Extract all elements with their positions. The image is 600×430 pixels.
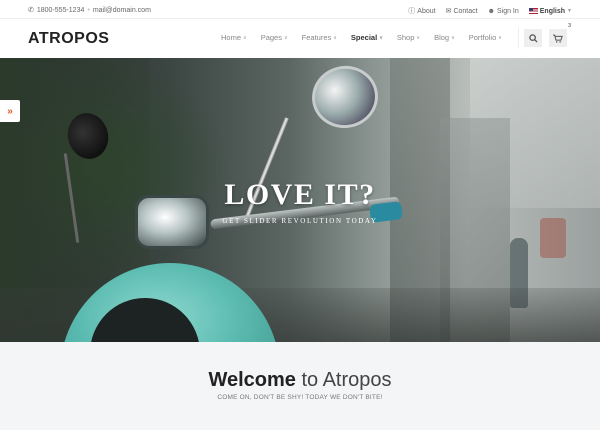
- chevron-down-icon: ∨: [451, 34, 455, 41]
- nav-label: Blog: [434, 33, 450, 42]
- users-icon: ☻: [487, 7, 495, 15]
- chevron-down-icon: ∨: [379, 34, 383, 41]
- phone-number[interactable]: 1800-555-1234: [37, 7, 85, 14]
- info-icon: ⓘ: [408, 8, 416, 15]
- nav-label: Portfolio: [468, 33, 497, 42]
- cart-button[interactable]: 3: [549, 23, 571, 47]
- slider-next-button[interactable]: »: [0, 100, 20, 122]
- nav-item-shop[interactable]: Shop ∨: [390, 33, 427, 42]
- site-logo[interactable]: ATROPOS: [28, 30, 109, 48]
- nav-label: Pages: [260, 33, 282, 42]
- nav-divider: [518, 28, 519, 48]
- mail-icon: ✉: [445, 8, 452, 15]
- top-bar: ✆ 1800-555-1234 • mail@domain.com ⓘ Abou…: [0, 0, 600, 19]
- nav-item-home[interactable]: Home ∨: [221, 33, 254, 42]
- chevron-down-icon: ∨: [498, 34, 502, 41]
- language-label: English: [539, 7, 566, 15]
- language-selector[interactable]: English ▼: [528, 7, 572, 15]
- nav-item-features[interactable]: Features ∨: [295, 33, 344, 42]
- main-header: ATROPOS Home ∨ Pages ∨ Features ∨ Special ∨ …: [0, 20, 600, 58]
- welcome-section: Welcome to Atropos COME ON, DON'T BE SHY…: [0, 342, 600, 430]
- welcome-title: Welcome to Atropos: [0, 369, 600, 392]
- double-chevron-right-icon: »: [7, 105, 13, 117]
- search-icon: [528, 33, 538, 43]
- signin-label: Sign In: [496, 7, 519, 15]
- email-link[interactable]: mail@domain.com: [93, 7, 151, 14]
- chevron-down-icon: ▼: [567, 8, 572, 14]
- contact-link[interactable]: ✉ Contact: [445, 7, 478, 16]
- nav-item-special[interactable]: Special ∨: [344, 33, 390, 42]
- contact-label: Contact: [453, 7, 478, 15]
- chevron-down-icon: ∨: [243, 34, 247, 41]
- signin-link[interactable]: ☻ Sign In: [488, 8, 519, 15]
- search-button[interactable]: [524, 29, 542, 47]
- nav-item-blog[interactable]: Blog ∨: [427, 33, 462, 42]
- nav-item-pages[interactable]: Pages ∨: [254, 33, 295, 42]
- scooter-mirror-right: [307, 60, 383, 134]
- about-link[interactable]: ⓘ About: [408, 6, 435, 16]
- us-flag-icon: [528, 8, 538, 14]
- chevron-down-icon: ∨: [333, 34, 337, 41]
- separator: •: [87, 6, 90, 14]
- hero-subtitle[interactable]: GET SLIDER REVOLUTION TODAY: [0, 217, 600, 225]
- phone-icon: ✆: [28, 7, 34, 14]
- welcome-title-rest: to Atropos: [295, 369, 392, 391]
- welcome-subtitle: COME ON, DON'T BE SHY! TODAY WE DON'T BI…: [217, 394, 383, 401]
- chevron-down-icon: ∨: [283, 34, 288, 41]
- contact-info: ✆ 1800-555-1234 • mail@domain.com: [28, 6, 151, 15]
- nav-item-portfolio[interactable]: Portfolio ∨: [462, 33, 509, 42]
- cart-icon: [553, 34, 563, 43]
- hero-title: LOVE IT?: [224, 178, 376, 211]
- hero-slider[interactable]: LOVE IT? GET SLIDER REVOLUTION TODAY »: [0, 58, 600, 342]
- nav-label: Special: [350, 33, 378, 42]
- top-links: ⓘ About ✉ Contact ☻ Sign In English ▼: [408, 6, 572, 16]
- chevron-down-icon: ∨: [416, 34, 421, 41]
- nav-label: Shop: [396, 33, 415, 42]
- cart-count-badge: 3: [567, 23, 571, 29]
- welcome-title-bold: Welcome: [208, 369, 296, 391]
- main-nav: Home ∨ Pages ∨ Features ∨ Special ∨ Shop ∨ Bl…: [221, 33, 509, 42]
- about-label: About: [417, 7, 436, 15]
- nav-label: Home: [221, 33, 242, 42]
- nav-label: Features: [301, 33, 332, 42]
